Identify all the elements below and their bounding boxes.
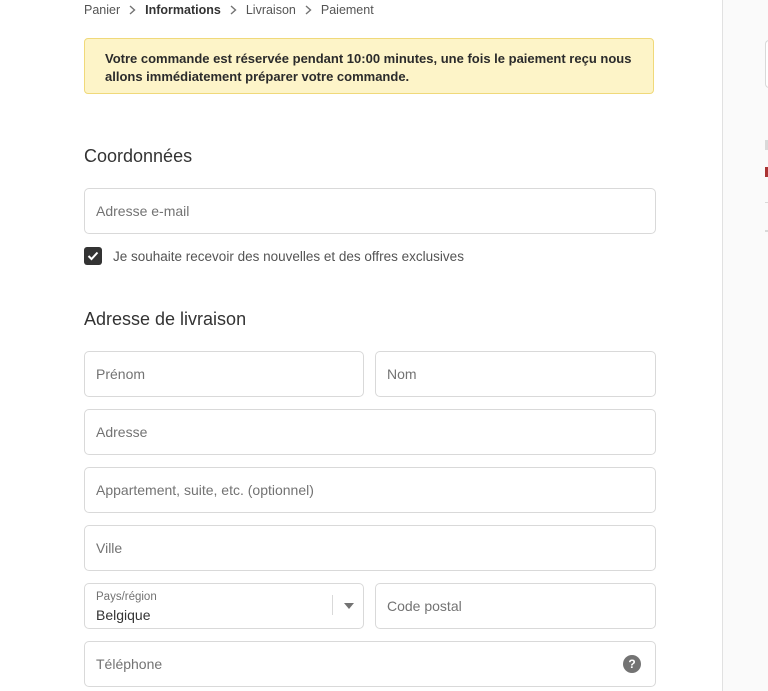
shipping-section-title: Adresse de livraison bbox=[84, 309, 247, 329]
order-summary-sidebar bbox=[722, 0, 768, 691]
address-field[interactable] bbox=[84, 409, 656, 455]
newsletter-label: Je souhaite recevoir des nouvelles et de… bbox=[113, 248, 464, 264]
breadcrumb-cart[interactable]: Panier bbox=[84, 3, 120, 17]
first-name-input[interactable] bbox=[85, 352, 363, 396]
email-input[interactable] bbox=[85, 189, 655, 233]
newsletter-checkbox-row[interactable]: Je souhaite recevoir des nouvelles et de… bbox=[84, 247, 464, 265]
first-name-field[interactable] bbox=[84, 351, 364, 397]
newsletter-checkbox[interactable] bbox=[84, 247, 102, 265]
country-value: Belgique bbox=[96, 607, 151, 623]
breadcrumb-payment: Paiement bbox=[320, 3, 374, 17]
last-name-field[interactable] bbox=[375, 351, 656, 397]
chevron-down-icon bbox=[344, 603, 354, 609]
reservation-notice: Votre commande est réservée pendant 10:0… bbox=[84, 38, 654, 94]
address-input[interactable] bbox=[85, 410, 655, 454]
country-select[interactable]: Pays/région Belgique bbox=[84, 583, 364, 629]
postal-code-input[interactable] bbox=[376, 584, 655, 628]
chevron-right-icon bbox=[129, 5, 136, 15]
last-name-input[interactable] bbox=[376, 352, 655, 396]
chevron-right-icon bbox=[305, 5, 312, 15]
select-divider bbox=[332, 595, 333, 615]
phone-field[interactable]: ? bbox=[84, 641, 656, 687]
checkout-main: Panier Informations Livraison Paiement V… bbox=[0, 0, 722, 691]
checkmark-icon bbox=[87, 251, 99, 261]
breadcrumb-shipping: Livraison bbox=[245, 3, 296, 17]
email-field[interactable] bbox=[84, 188, 656, 234]
country-label: Pays/région bbox=[96, 591, 157, 603]
postal-code-field[interactable] bbox=[375, 583, 656, 629]
breadcrumb-information: Informations bbox=[145, 3, 221, 17]
apartment-input[interactable] bbox=[85, 468, 655, 512]
breadcrumb: Panier Informations Livraison Paiement bbox=[84, 2, 374, 18]
help-icon[interactable]: ? bbox=[623, 655, 641, 673]
city-input[interactable] bbox=[85, 526, 655, 570]
chevron-right-icon bbox=[230, 5, 237, 15]
apartment-field[interactable] bbox=[84, 467, 656, 513]
phone-input[interactable] bbox=[85, 642, 655, 686]
city-field[interactable] bbox=[84, 525, 656, 571]
contact-section-title: Coordonnées bbox=[84, 146, 193, 166]
